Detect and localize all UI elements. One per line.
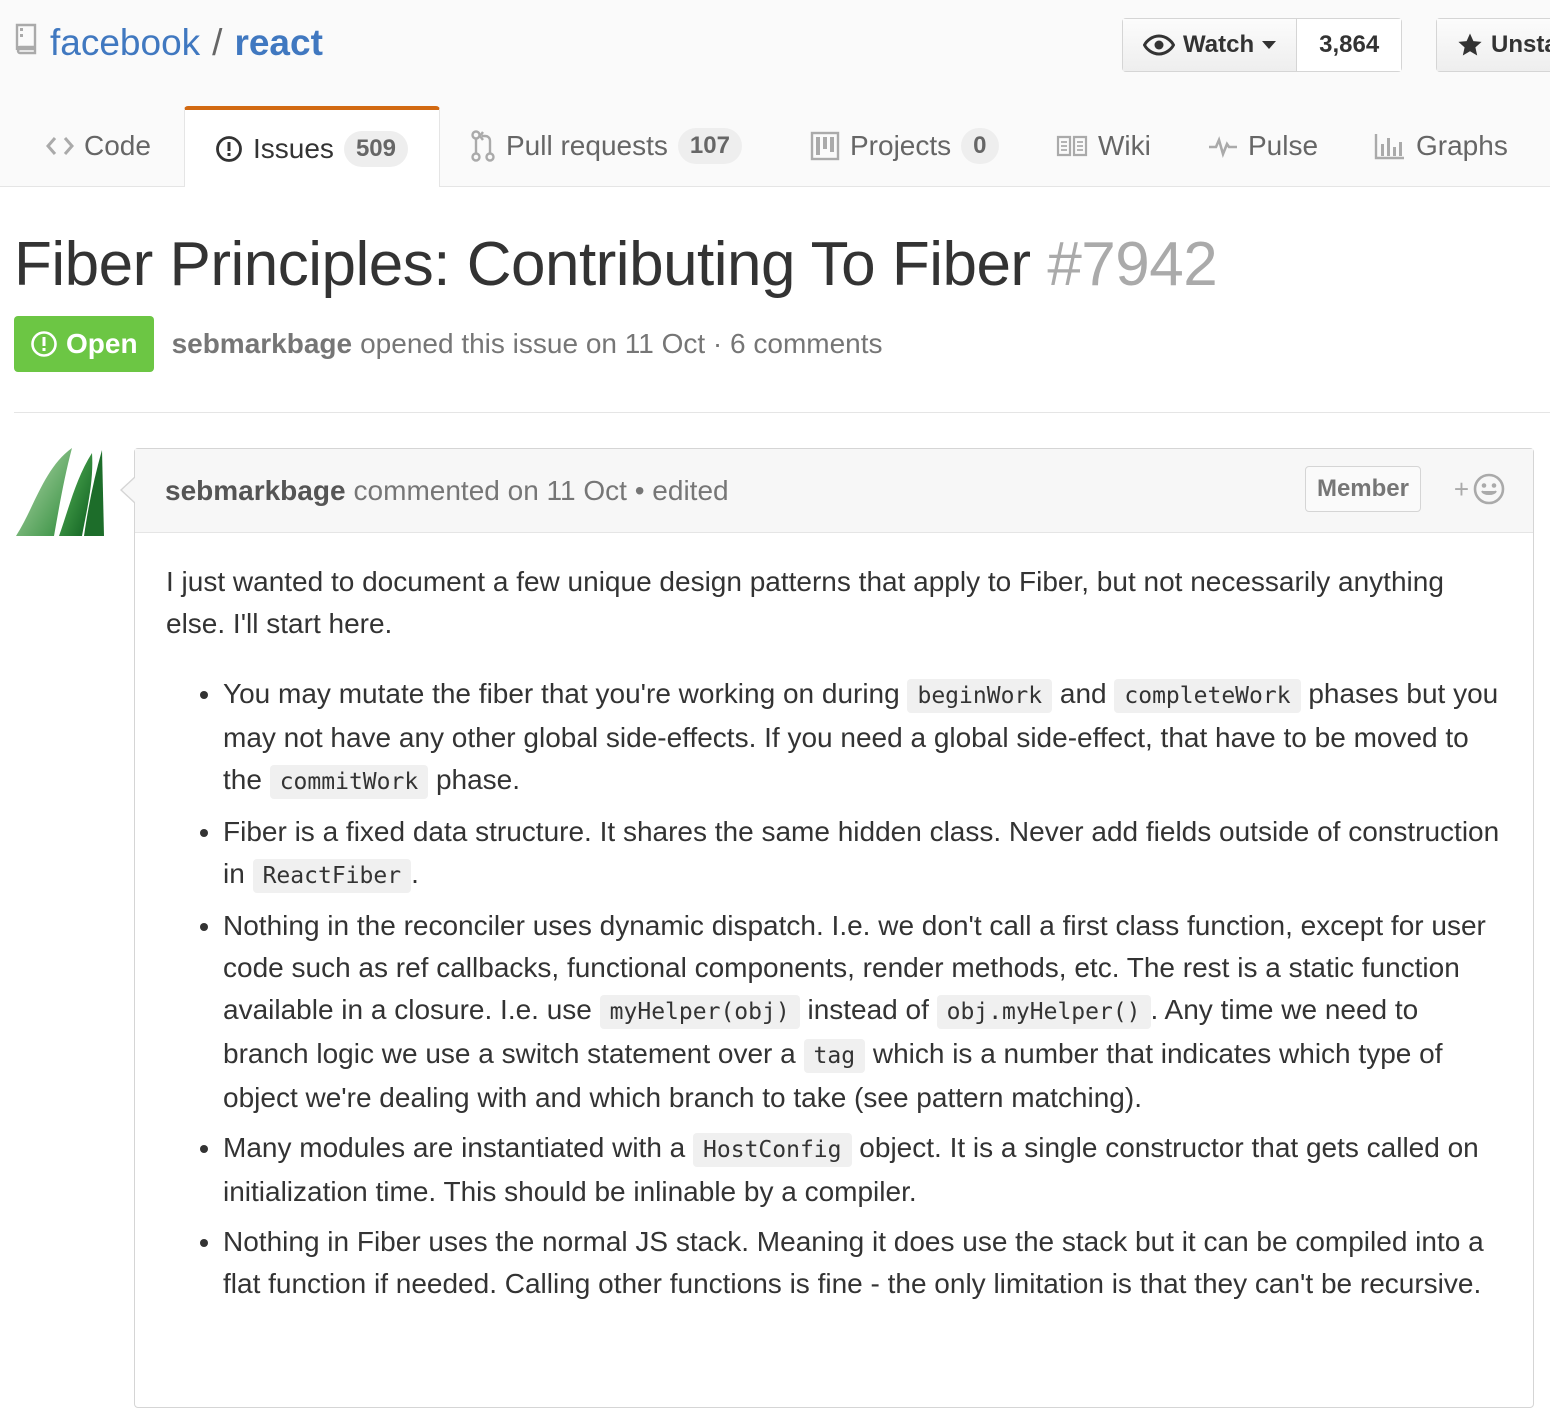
comment: sebmarkbage commented on 11 Oct • edited… (134, 448, 1534, 1408)
issue-author-link[interactable]: sebmarkbage (172, 328, 353, 360)
issue-opened-icon (31, 331, 57, 357)
pull-requests-count-badge: 107 (677, 128, 742, 164)
comment-author-link[interactable]: sebmarkbage (165, 475, 346, 507)
tab-issues-label: Issues (253, 132, 334, 164)
inline-code: obj.myHelper() (936, 995, 1151, 1029)
tab-wiki[interactable]: Wiki (1020, 106, 1172, 186)
chevron-down-icon (1262, 41, 1277, 49)
status-badge: Open (14, 316, 154, 372)
list-item: Fiber is a fixed data structure. It shar… (223, 811, 1503, 897)
comment-body: I just wanted to document a few unique d… (135, 533, 1533, 1305)
add-reaction-button[interactable]: + (1454, 473, 1505, 505)
list-item: Nothing in the reconciler uses dynamic d… (223, 905, 1503, 1119)
watch-button[interactable]: Watch (1123, 19, 1297, 71)
pulse-icon (1208, 134, 1238, 158)
issue-number: #7942 (1047, 230, 1218, 299)
repo-separator: / (212, 22, 223, 63)
tab-pulse[interactable]: Pulse (1172, 106, 1344, 186)
tab-graphs-label: Graphs (1416, 130, 1508, 161)
tab-projects[interactable]: Projects 0 (780, 106, 1020, 186)
member-badge: Member (1304, 466, 1421, 512)
list-item-text: instead of (799, 994, 937, 1025)
inline-code: HostConfig (693, 1133, 852, 1167)
list-item: You may mutate the fiber that you're wor… (223, 673, 1503, 803)
repo-title: facebook / react (14, 20, 323, 66)
eye-icon (1143, 34, 1175, 56)
divider (14, 412, 1550, 413)
comment-pointer-inner (122, 477, 136, 503)
repo-nav-tabs: Code Issues 509 Pull requests 107 Projec… (0, 106, 1550, 187)
principles-list: You may mutate the fiber that you're wor… (166, 673, 1503, 1305)
repo-owner-link[interactable]: facebook (50, 20, 200, 66)
unstar-button[interactable]: Unstar (1437, 19, 1550, 71)
tab-pulse-label: Pulse (1248, 130, 1319, 161)
tab-wiki-label: Wiki (1098, 130, 1151, 161)
tab-code-label: Code (84, 130, 151, 161)
list-item-text: . (411, 858, 419, 889)
tab-pull-requests-label: Pull requests (506, 130, 668, 161)
status-label: Open (66, 328, 138, 359)
inline-code: tag (803, 1039, 866, 1073)
git-pull-request-icon (470, 130, 496, 162)
tab-issues[interactable]: Issues 509 (184, 106, 440, 187)
issue-title: Fiber Principles: Contributing To Fiber … (14, 226, 1218, 304)
graph-icon (1374, 132, 1406, 160)
issue-meta-text: opened this issue on 11 Oct · 6 comments (360, 328, 883, 359)
tab-code[interactable]: Code (0, 106, 184, 186)
issue-opened-icon (215, 135, 243, 163)
repo-name-link[interactable]: react (234, 20, 322, 66)
inline-code: ReactFiber (252, 859, 412, 893)
list-item-text: and (1052, 678, 1115, 709)
star-icon (1457, 32, 1483, 58)
comment-intro: I just wanted to document a few unique d… (166, 566, 1444, 639)
projects-count-badge: 0 (961, 128, 999, 164)
issues-count-badge: 509 (343, 130, 408, 167)
code-icon (46, 135, 74, 157)
watch-button-group: Watch 3,864 (1122, 18, 1403, 72)
unstar-label: Unstar (1491, 31, 1550, 58)
tab-graphs[interactable]: Graphs (1344, 106, 1550, 186)
inline-code: beginWork (907, 679, 1053, 713)
inline-code: commitWork (269, 765, 429, 799)
tab-projects-label: Projects (850, 130, 952, 161)
watch-count[interactable]: 3,864 (1296, 19, 1402, 71)
list-item: Many modules are instantiated with a Hos… (223, 1127, 1503, 1213)
list-item: Nothing in Fiber uses the normal JS stac… (223, 1221, 1503, 1305)
list-item-text: phase. (428, 764, 521, 795)
tab-pull-requests[interactable]: Pull requests 107 (440, 106, 780, 186)
inline-code: myHelper(obj) (599, 995, 800, 1029)
smiley-icon (1473, 473, 1505, 505)
repo-icon (14, 20, 38, 66)
list-item-text: Many modules are instantiated with a (223, 1132, 694, 1163)
issue-meta: Open sebmarkbage opened this issue on 11… (14, 316, 883, 372)
comment-header: sebmarkbage commented on 11 Oct • edited… (135, 449, 1533, 533)
star-button-group: Unstar (1436, 18, 1550, 72)
inline-code: completeWork (1114, 679, 1301, 713)
issue-title-text: Fiber Principles: Contributing To Fiber (14, 230, 1031, 299)
list-item-text: Nothing in Fiber uses the normal JS stac… (223, 1226, 1484, 1299)
reaction-plus: + (1453, 473, 1469, 504)
watch-label: Watch (1183, 31, 1255, 58)
list-item-text: You may mutate the fiber that you're wor… (223, 678, 908, 709)
comment-meta-text[interactable]: commented on 11 Oct • edited (354, 475, 729, 507)
project-icon (810, 131, 840, 161)
avatar[interactable] (14, 448, 104, 538)
book-icon (1056, 134, 1088, 158)
